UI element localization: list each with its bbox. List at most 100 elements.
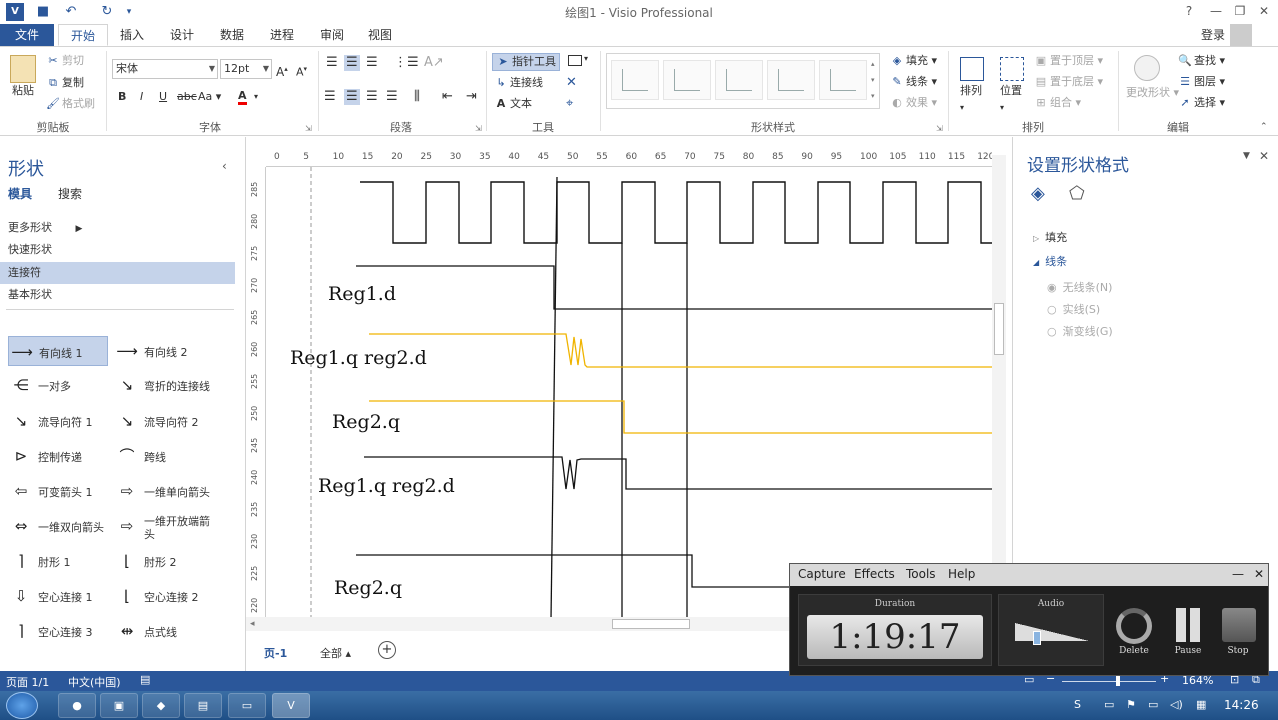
shape-tool-arrow-icon[interactable]: ▾ <box>584 51 588 67</box>
align-top-icon[interactable]: ☰ <box>326 55 338 71</box>
style-swatch-1[interactable] <box>611 60 659 100</box>
change-shape-button[interactable]: 更改形状 ▾ <box>1126 85 1179 101</box>
audio-slider-thumb[interactable] <box>1033 631 1041 645</box>
menu-tools[interactable]: Tools <box>906 567 936 581</box>
reg1-q-black-waveform[interactable] <box>364 456 992 490</box>
zoom-slider[interactable] <box>1062 681 1156 682</box>
vertical-text-icon[interactable]: ⫼ <box>414 89 420 105</box>
signal-label-reg1-q-reg2-d-2[interactable]: Reg1.q reg2.d <box>318 475 455 497</box>
styles-dialog-launcher-icon[interactable]: ⇲ <box>936 121 943 137</box>
shape-dotted-line[interactable]: ⇹ 点式线 <box>114 616 177 646</box>
tab-design[interactable]: 设计 <box>162 24 202 46</box>
taskbar-visio-icon[interactable]: V <box>272 693 310 718</box>
font-dialog-launcher-icon[interactable]: ⇲ <box>305 121 312 137</box>
shape-line-jump[interactable]: ⌒ 跨线 <box>114 441 166 471</box>
delete-icon[interactable] <box>1116 608 1152 644</box>
tab-search[interactable]: 搜索 <box>58 185 82 202</box>
tray-volume-icon[interactable]: ◁) <box>1170 698 1183 711</box>
drawing-page[interactable]: Reg1.d Reg1.q reg2.d Reg2.q Reg1.q reg2.… <box>266 167 992 619</box>
zoom-thumb[interactable] <box>1116 676 1120 686</box>
clock-waveform[interactable] <box>360 181 992 244</box>
scroll-left-icon[interactable]: ◂ <box>250 617 255 631</box>
increase-indent-icon[interactable]: ⇥ <box>466 89 477 105</box>
language-indicator[interactable]: 中文(中国) <box>68 674 121 690</box>
restore-button[interactable]: ❐ <box>1229 2 1251 20</box>
shape-control-transfer[interactable]: ⊳ 控制传递 <box>8 441 82 471</box>
font-size-combo[interactable]: 12pt ▼ <box>220 59 272 79</box>
all-pages-button[interactable]: 全部 ▴ <box>320 645 351 661</box>
align-middle-icon[interactable]: ☰ <box>344 55 360 71</box>
add-page-icon[interactable]: + <box>378 641 396 659</box>
shape-hollow-connector-1[interactable]: ⇩ 空心连接 1 <box>8 581 93 611</box>
font-color-button[interactable]: A <box>238 89 247 105</box>
reg1-d-waveform[interactable] <box>356 265 992 310</box>
sign-in-link[interactable]: 登录 <box>1196 24 1230 46</box>
fill-line-icon[interactable]: ◈ <box>1031 183 1045 204</box>
tab-review[interactable]: 审阅 <box>312 24 352 46</box>
pause-icon[interactable] <box>1176 608 1186 642</box>
bold-button[interactable]: B <box>118 89 126 105</box>
shape-elbow-2[interactable]: ⌊ 肘形 2 <box>114 546 176 576</box>
shape-1d-open-arrow[interactable]: ⇨ 一维开放端箭头 <box>114 511 214 541</box>
tab-view[interactable]: 视图 <box>360 24 400 46</box>
underline-button[interactable]: U <box>159 89 167 105</box>
shrink-font-icon[interactable]: A▾ <box>296 61 307 81</box>
shape-flow-director-1[interactable]: ↘ 流导向符 1 <box>8 406 93 436</box>
bring-front-button[interactable]: ▣ 置于顶层 ▾ <box>1034 53 1103 69</box>
copy-button[interactable]: 复制 <box>62 76 84 89</box>
page-indicator[interactable]: 页面 1/1 <box>6 674 49 690</box>
stop-button[interactable]: Stop <box>1218 646 1258 656</box>
taskbar-folder-icon[interactable]: ▤ <box>184 693 222 718</box>
strikethrough-button[interactable]: abc <box>177 89 197 105</box>
signal-label-reg2-q[interactable]: Reg2.q <box>332 411 400 433</box>
clock[interactable]: 14:26 <box>1224 698 1259 712</box>
signal-label-reg1-q-reg2-d[interactable]: Reg1.q reg2.d <box>290 347 427 369</box>
paste-button[interactable]: 粘贴 <box>12 83 34 99</box>
shape-styles-gallery[interactable]: ▴ ▾ ▾ <box>606 53 880 109</box>
shape-directed-line-1[interactable]: ⟶ 有向线 1 <box>8 336 108 366</box>
tab-file[interactable]: 文件 <box>0 24 54 46</box>
category-more-shapes[interactable]: 更多形状 ▶ <box>0 217 235 239</box>
tray-monitor-icon[interactable]: ▭ <box>1148 698 1158 711</box>
bullets-icon[interactable]: ⋮☰ <box>394 55 419 71</box>
menu-help[interactable]: Help <box>948 567 975 581</box>
start-button[interactable] <box>6 692 38 719</box>
menu-effects[interactable]: Effects <box>854 567 895 581</box>
shape-one-to-many[interactable]: ⋲ 一对多 <box>8 370 72 400</box>
no-line-option[interactable]: ◉ 无线条(N) <box>1047 279 1112 295</box>
reg2-q-waveform[interactable] <box>369 400 992 434</box>
fill-section[interactable]: ▷ 填充 <box>1033 229 1067 245</box>
shape-bent-connector[interactable]: ↘ 弯折的连接线 <box>114 370 210 400</box>
tab-data[interactable]: 数据 <box>212 24 252 46</box>
align-center-icon[interactable]: ☰ <box>344 89 360 105</box>
category-connectors[interactable]: 连接符 <box>0 262 235 284</box>
style-swatch-4[interactable] <box>767 60 815 100</box>
arrange-button[interactable]: 排列 ▾ <box>960 83 982 116</box>
group-button[interactable]: ⊞ 组合 ▾ <box>1034 95 1081 111</box>
text-tool-button[interactable]: A 文本 <box>494 96 532 112</box>
help-icon[interactable]: ? <box>1178 2 1200 20</box>
delete-button[interactable]: Delete <box>1114 646 1154 656</box>
taskbar-app-5[interactable]: ▭ <box>228 693 266 718</box>
position-icon[interactable] <box>1000 57 1024 81</box>
recorder-minimize-button[interactable]: — <box>1232 567 1244 581</box>
tab-stencils[interactable]: 模具 <box>8 185 32 202</box>
grow-font-icon[interactable]: A▴ <box>276 61 288 80</box>
text-rotate-icon[interactable]: A↗ <box>424 55 444 71</box>
effects-button[interactable]: ◐ 效果 ▾ <box>890 95 937 111</box>
rectangle-tool-icon[interactable] <box>568 55 582 66</box>
style-swatch-3[interactable] <box>715 60 763 100</box>
pause-button[interactable]: Pause <box>1168 646 1208 656</box>
gallery-scroll-icon[interactable]: ▴ ▾ ▾ <box>871 56 875 104</box>
position-button[interactable]: 位置 ▾ <box>1000 83 1022 116</box>
fill-button[interactable]: ◈ 填充 ▾ <box>890 53 937 69</box>
tab-insert[interactable]: 插入 <box>112 24 152 46</box>
font-name-combo[interactable]: 宋体 ▼ <box>112 59 218 79</box>
paste-icon[interactable] <box>10 55 36 83</box>
tab-process[interactable]: 进程 <box>262 24 302 46</box>
tray-network-icon[interactable]: ▭ <box>1104 698 1114 711</box>
align-left-icon[interactable]: ☰ <box>324 89 336 105</box>
arrange-icon[interactable] <box>960 57 984 81</box>
recorder-close-button[interactable]: ✕ <box>1254 567 1264 581</box>
vertical-scroll-thumb[interactable] <box>994 303 1004 355</box>
